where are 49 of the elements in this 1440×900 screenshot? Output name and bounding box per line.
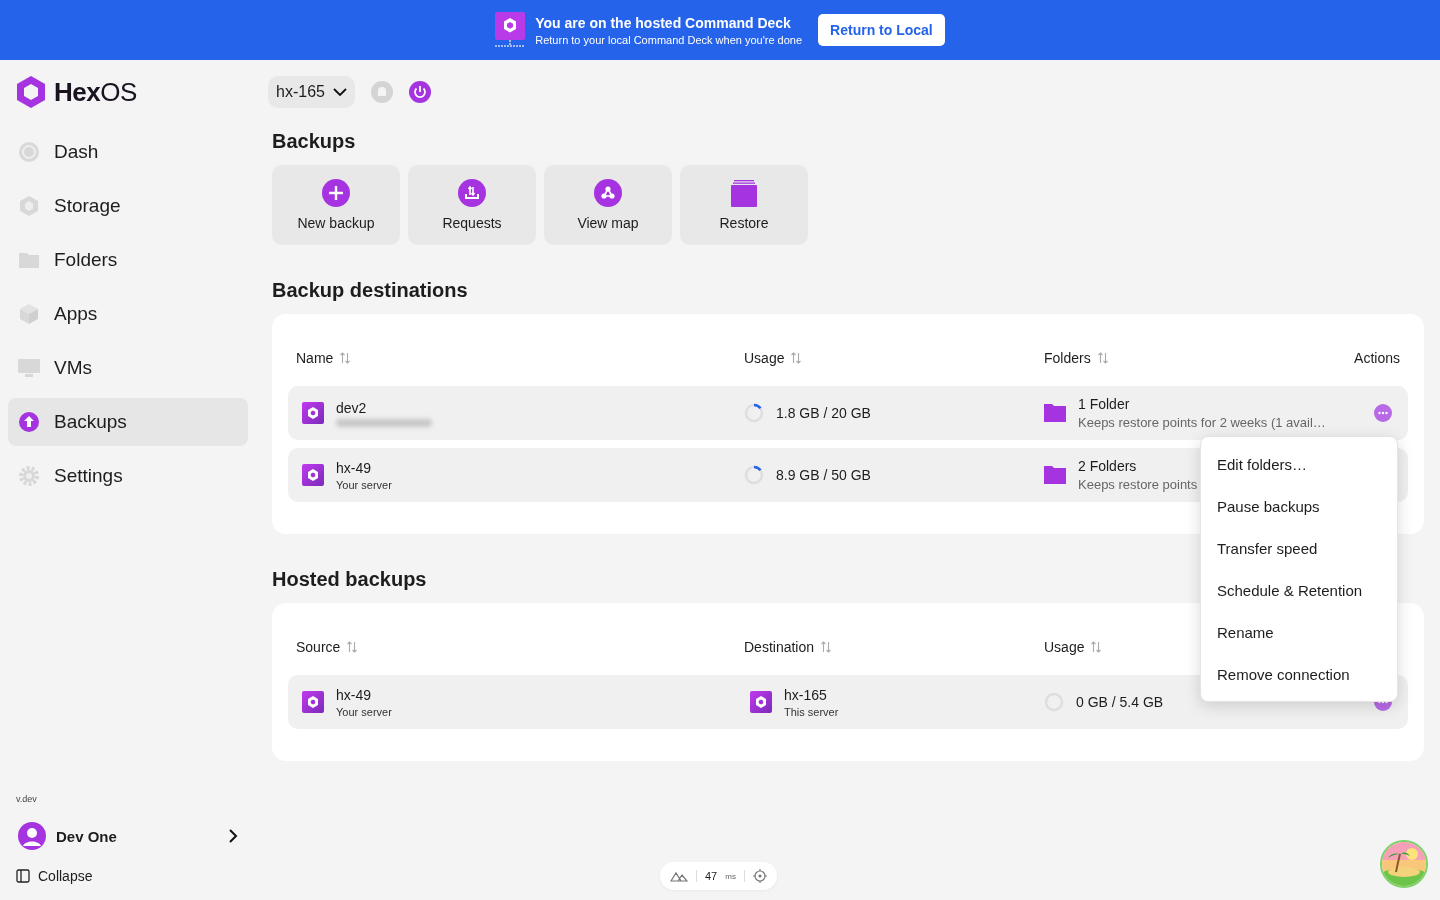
destination-name: dev2 bbox=[336, 399, 368, 416]
destination-name: hx-165 bbox=[784, 686, 828, 703]
destination-subtitle: This server bbox=[784, 705, 839, 718]
column-header[interactable]: Source bbox=[296, 639, 359, 655]
sidebar-item[interactable]: Folders bbox=[8, 236, 248, 284]
usage-text: 8.9 GB / 50 GB bbox=[776, 467, 871, 483]
table-row[interactable]: dev2 1.8 GB / 20 GB 1 Folder Keeps restore points for 2 weeks (1 avail… bbox=[288, 386, 1408, 440]
sidebar-item[interactable]: Apps bbox=[8, 290, 248, 338]
section-title: Hosted backups bbox=[272, 568, 427, 591]
server-selector[interactable]: hx-165 bbox=[268, 76, 355, 108]
sidebar-item[interactable]: Settings bbox=[8, 452, 248, 500]
banner-title: You are on the hosted Command Deck bbox=[535, 14, 792, 31]
version-label: v.dev bbox=[15, 794, 38, 804]
column-header[interactable]: Destination bbox=[744, 639, 833, 655]
sidebar-item[interactable]: VMs bbox=[8, 344, 248, 392]
sidebar-item[interactable]: Storage bbox=[8, 182, 248, 230]
column-header[interactable]: Folders bbox=[1044, 350, 1109, 366]
folder-count: 2 Folders bbox=[1078, 458, 1138, 474]
action-tile[interactable]: Requests bbox=[408, 165, 536, 245]
source-subtitle: Your server bbox=[336, 705, 392, 718]
folder-count: 1 Folder bbox=[1078, 396, 1131, 412]
retention-text: Keeps restore points bbox=[1078, 477, 1198, 492]
menu-item[interactable]: Transfer speed bbox=[1201, 527, 1397, 569]
usage-text: 1.8 GB / 20 GB bbox=[776, 405, 871, 421]
source-name: hx-49 bbox=[336, 686, 373, 703]
retention-text: Keeps restore points for 2 weeks (1 avail… bbox=[1078, 415, 1326, 430]
sidebar-item[interactable]: Dash bbox=[8, 128, 248, 176]
collapse-button[interactable]: Collapse bbox=[8, 864, 248, 888]
banner-subtitle: Return to your local Command Deck when you're done bbox=[535, 33, 803, 46]
menu-item[interactable]: Schedule & Retention bbox=[1201, 569, 1397, 611]
menu-item[interactable]: Rename bbox=[1201, 611, 1397, 653]
logo-wordmark: HexOS bbox=[54, 76, 137, 108]
sidebar-item[interactable]: Backups bbox=[8, 398, 248, 446]
latency-unit: ms bbox=[725, 871, 736, 881]
column-header[interactable]: Name bbox=[296, 350, 352, 366]
column-header: Actions bbox=[1354, 350, 1400, 366]
destination-subtitle: Your server bbox=[336, 478, 392, 491]
return-to-local-button[interactable]: Return to Local bbox=[818, 14, 945, 46]
destination-name: hx-49 bbox=[336, 459, 373, 476]
section-title: Backup destinations bbox=[272, 279, 468, 302]
latency-value: 47 bbox=[705, 870, 718, 882]
column-header[interactable]: Usage bbox=[744, 350, 803, 366]
action-tile[interactable]: New backup bbox=[272, 165, 400, 245]
page-title: Backups bbox=[272, 130, 357, 153]
user-menu[interactable]: Dev One bbox=[8, 818, 248, 854]
action-tile[interactable]: Restore bbox=[680, 165, 808, 245]
action-tile[interactable]: View map bbox=[544, 165, 672, 245]
usage-text: 0 GB / 5.4 GB bbox=[1076, 694, 1164, 710]
column-header[interactable]: Usage bbox=[1044, 639, 1103, 655]
